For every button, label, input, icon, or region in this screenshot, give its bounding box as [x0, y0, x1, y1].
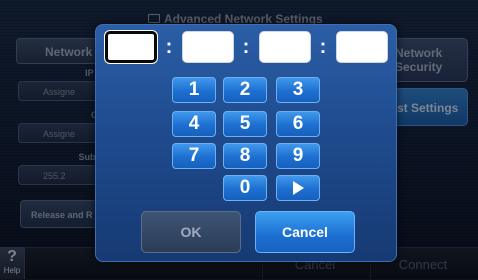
screen: Advanced Network Settings Network IP ac … — [0, 0, 478, 280]
octet-separator: : — [165, 36, 173, 58]
ip-octet-4-field[interactable] — [336, 31, 388, 63]
key-1-button[interactable]: 1 — [172, 77, 216, 103]
key-9-button[interactable]: 9 — [276, 143, 320, 169]
key-8-button[interactable]: 8 — [223, 143, 267, 169]
key-0-button[interactable]: 0 — [223, 175, 267, 201]
cancel-button[interactable]: Cancel — [255, 211, 355, 253]
key-2-button[interactable]: 2 — [223, 77, 267, 103]
key-5-button[interactable]: 5 — [223, 111, 267, 137]
ip-keypad-dialog: : : : 1 2 3 4 5 6 7 8 9 0 OK Cancel — [95, 24, 397, 262]
ok-button[interactable]: OK — [141, 211, 241, 253]
key-6-button[interactable]: 6 — [276, 111, 320, 137]
key-4-button[interactable]: 4 — [172, 111, 216, 137]
key-7-button[interactable]: 7 — [172, 143, 216, 169]
octet-separator: : — [242, 36, 250, 58]
ip-octet-3-field[interactable] — [259, 31, 311, 63]
octet-separator: : — [319, 36, 327, 58]
right-triangle-icon — [292, 181, 304, 195]
next-octet-button[interactable] — [276, 175, 320, 201]
key-3-button[interactable]: 3 — [276, 77, 320, 103]
ip-octet-1-field[interactable] — [105, 31, 157, 63]
ip-octet-2-field[interactable] — [182, 31, 234, 63]
